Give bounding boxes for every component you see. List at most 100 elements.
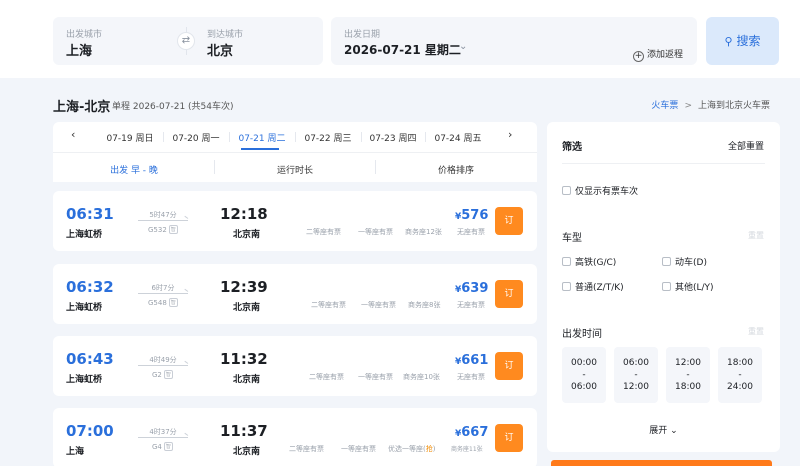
search-icon: ⚲ bbox=[724, 35, 733, 48]
reset-all-button[interactable]: 全部重置 bbox=[728, 139, 764, 152]
train-number[interactable]: G4 智 bbox=[152, 442, 173, 451]
date-tab[interactable]: 07-19 周日 bbox=[99, 131, 161, 144]
route-meta: 单程 2026-07-21 (共54车次) bbox=[112, 102, 234, 112]
price-value: 576 bbox=[461, 208, 489, 223]
departure-station: 上海 bbox=[66, 447, 85, 457]
train-card[interactable]: 06:32 上海虹桥 6时7分 G548 智 12:39 北京南 二等座有票 一等… bbox=[53, 264, 537, 324]
book-button[interactable]: 订 bbox=[495, 207, 523, 235]
arrival-station: 北京南 bbox=[233, 230, 261, 240]
date-value[interactable]: 2026-07-21 星期二 bbox=[344, 41, 461, 58]
train-type-reset[interactable]: 重置 bbox=[748, 230, 764, 241]
time-slot-6-12[interactable]: 06:00 - 12:00 bbox=[614, 347, 658, 403]
type-gc-checkbox[interactable]: 高铁(G/C) bbox=[562, 255, 616, 268]
train-number[interactable]: G532 智 bbox=[148, 225, 178, 234]
seat-premium-first-class: 优选一等座(抢) bbox=[388, 444, 435, 454]
departure-time: 07:00 bbox=[66, 422, 114, 440]
only-available-checkbox[interactable]: 仅显示有票车次 bbox=[562, 184, 638, 197]
departure-time-reset[interactable]: 重置 bbox=[748, 326, 764, 337]
checkbox-icon bbox=[562, 257, 571, 266]
type-d-label: 动车(D) bbox=[675, 258, 707, 268]
prev-dates-icon[interactable]: ‹ bbox=[71, 128, 75, 141]
breadcrumb-train-tickets[interactable]: 火车票 bbox=[651, 101, 678, 111]
train-number[interactable]: G548 智 bbox=[148, 298, 178, 307]
chevron-down-icon[interactable]: ⌄ bbox=[459, 41, 467, 52]
smart-tag-icon: 智 bbox=[168, 298, 178, 307]
date-selector[interactable]: 出发日期 2026-07-21 星期二 ⌄ + 添加返程 bbox=[331, 17, 697, 65]
price-value: 639 bbox=[461, 281, 489, 296]
train-card[interactable]: 06:43 上海虹桥 4时49分 G2 智 11:32 北京南 二等座有票 一等座… bbox=[53, 336, 537, 396]
seat-second-class: 二等座有票 bbox=[309, 373, 344, 381]
tab-divider bbox=[425, 132, 426, 142]
city-selector: 出发城市 上海 ⇄ 到达城市 北京 bbox=[53, 17, 323, 65]
train-card[interactable]: 06:31 上海虹桥 5时47分 G532 智 12:18 北京南 二等座有票 一… bbox=[53, 191, 537, 251]
date-tab-active[interactable]: 07-21 周二 bbox=[231, 131, 293, 144]
sort-by-duration[interactable]: 运行时长 bbox=[214, 163, 376, 176]
ticket-price: ¥639 bbox=[455, 281, 488, 296]
swap-cities-icon[interactable]: ⇄ bbox=[177, 32, 195, 50]
train-card[interactable]: 07:00 上海 4时37分 G4 智 11:37 北京南 二等座有票 一等座有票… bbox=[53, 408, 537, 466]
type-d-checkbox[interactable]: 动车(D) bbox=[662, 255, 707, 268]
tabs-divider bbox=[53, 152, 537, 153]
time-slot-dash: - bbox=[686, 370, 690, 380]
time-slot-12-18[interactable]: 12:00 - 18:00 bbox=[666, 347, 710, 403]
arrival-station: 北京南 bbox=[233, 375, 261, 385]
seat-business-class: 商务座10张 bbox=[403, 373, 440, 381]
type-ly-checkbox[interactable]: 其他(L/Y) bbox=[662, 280, 714, 293]
date-tab[interactable]: 07-23 周四 bbox=[362, 131, 424, 144]
to-city-label: 到达城市 bbox=[207, 30, 244, 40]
from-city-value[interactable]: 上海 bbox=[66, 40, 92, 59]
standing-ticket: 无座有票 bbox=[457, 228, 485, 236]
to-city-value[interactable]: 北京 bbox=[207, 40, 233, 59]
train-type-title: 车型 bbox=[562, 233, 582, 244]
book-button[interactable]: 订 bbox=[495, 352, 523, 380]
departure-time: 06:32 bbox=[66, 278, 114, 296]
time-slot-18-24[interactable]: 18:00 - 24:00 bbox=[718, 347, 762, 403]
price-value: 667 bbox=[461, 425, 489, 440]
next-dates-icon[interactable]: › bbox=[508, 128, 512, 141]
smart-tag-icon: 智 bbox=[163, 370, 173, 379]
book-button[interactable]: 订 bbox=[495, 424, 523, 452]
date-sort-panel: ‹ 07-19 周日 07-20 周一 07-21 周二 07-22 周三 07… bbox=[53, 122, 537, 182]
book-button[interactable]: 订 bbox=[495, 280, 523, 308]
breadcrumb-separator: > bbox=[684, 101, 692, 111]
departure-station: 上海虹桥 bbox=[66, 303, 103, 313]
premium-label-close: ) bbox=[432, 445, 436, 453]
add-return-button[interactable]: + 添加返程 bbox=[633, 47, 683, 62]
departure-station: 上海虹桥 bbox=[66, 375, 103, 385]
date-tab[interactable]: 07-20 周一 bbox=[165, 131, 227, 144]
seat-second-class: 二等座有票 bbox=[306, 228, 341, 236]
time-slot-start: 06:00 bbox=[623, 358, 649, 368]
premium-label: 优选一等座( bbox=[388, 445, 426, 453]
date-tab[interactable]: 07-24 周五 bbox=[427, 131, 489, 144]
seat-business-class: 商务座11张 bbox=[451, 446, 483, 453]
time-slot-start: 18:00 bbox=[727, 358, 753, 368]
seat-first-class: 一等座有票 bbox=[361, 301, 396, 309]
duration-arrow bbox=[138, 437, 188, 438]
time-slot-dash: - bbox=[738, 370, 742, 380]
date-tab[interactable]: 07-22 周三 bbox=[297, 131, 359, 144]
time-slot-start: 00:00 bbox=[571, 358, 597, 368]
checkbox-icon bbox=[562, 282, 571, 291]
departure-time: 06:31 bbox=[66, 205, 114, 223]
checkbox-icon bbox=[662, 282, 671, 291]
seat-second-class: 二等座有票 bbox=[289, 445, 324, 453]
type-ztk-checkbox[interactable]: 普通(Z/T/K) bbox=[562, 280, 624, 293]
time-slot-dash: - bbox=[634, 370, 638, 380]
smart-tag-icon: 智 bbox=[168, 225, 178, 234]
top-search-bar: 出发城市 上海 ⇄ 到达城市 北京 出发日期 2026-07-21 星期二 ⌄ … bbox=[0, 0, 800, 80]
arrival-time: 12:39 bbox=[220, 278, 268, 296]
search-button[interactable]: ⚲ 搜索 bbox=[706, 17, 779, 65]
date-tabs: ‹ 07-19 周日 07-20 周一 07-21 周二 07-22 周三 07… bbox=[53, 122, 537, 150]
filter-title: 筛选 bbox=[562, 142, 582, 153]
train-number[interactable]: G2 智 bbox=[152, 370, 173, 379]
time-slot-0-6[interactable]: 00:00 - 06:00 bbox=[562, 347, 606, 403]
add-return-label: 添加返程 bbox=[647, 50, 684, 60]
expand-filters-button[interactable]: 展开 ⌄ bbox=[547, 423, 780, 436]
sort-by-departure[interactable]: 出发 早 - 晚 bbox=[53, 163, 215, 176]
duration-arrow bbox=[138, 293, 188, 294]
time-slot-end: 24:00 bbox=[727, 382, 753, 392]
breadcrumb: 火车票 > 上海到北京火车票 bbox=[651, 98, 770, 111]
smart-tag-icon: 智 bbox=[163, 442, 173, 451]
arrival-time: 11:37 bbox=[220, 422, 268, 440]
sort-by-price[interactable]: 价格排序 bbox=[375, 163, 537, 176]
